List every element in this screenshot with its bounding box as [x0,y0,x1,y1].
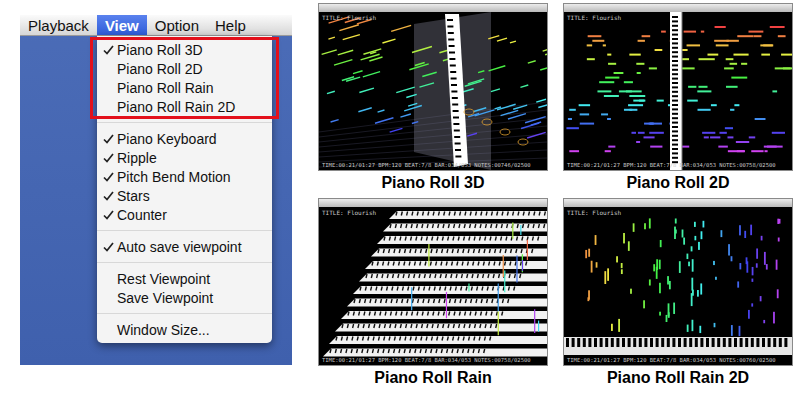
check-slot [103,292,117,304]
screen-title: TITLE: Flourish [322,14,376,21]
screen-title: TITLE: Flourish [322,209,376,216]
check-icon [103,45,114,55]
check-icon [103,134,114,144]
view-screenshot: TITLE: Flourish TIME:00:21/01:27 BPM:120 … [563,3,793,171]
check-slot [103,133,117,145]
screen-counter: TIME:00:21/01:27 BPM:120 BEAT:7/8 BAR:03… [567,162,776,168]
views-grid: TITLE: Flourish TIME:00:21/01:27 BPM:120 … [318,3,793,400]
screen-counter: TIME:00:21/01:27 BPM:120 BEAT:7/8 BAR:03… [322,357,531,363]
view-caption: Piano Roll 3D [381,174,484,192]
check-slot [103,152,117,164]
menu-group: Piano KeyboardRipplePitch Bend MotionSta… [97,129,272,224]
check-slot [103,171,117,183]
check-slot [103,44,117,56]
screen-counter: TIME:00:21/01:27 BPM:120 BEAT:7/8 BAR:03… [322,162,531,168]
menu-item[interactable]: Piano Roll 3D [97,40,272,59]
menu-bar: PlaybackViewOptionHelp [20,15,292,36]
menu-separator [97,262,272,263]
window-title-bar [564,4,792,12]
piano-roll-drawing [319,207,547,365]
menu-item[interactable]: Auto save viewpoint [97,237,272,256]
check-slot [103,190,117,202]
menu-item[interactable]: Piano Roll Rain 2D [97,97,272,116]
window-title-bar [319,199,547,207]
view-caption: Piano Roll Rain 2D [607,369,749,387]
view-screenshot: TITLE: Flourish TIME:00:21/01:27 BPM:120 … [318,198,548,366]
window-title-bar [319,4,547,12]
check-icon [103,191,114,201]
menu-screenshot: PlaybackViewOptionHelpPiano Roll 3DPiano… [20,15,292,365]
menu-group: Auto save viewpoint [97,237,272,256]
menu-item[interactable]: Piano Keyboard [97,129,272,148]
check-slot [103,101,117,113]
view-card: TITLE: Flourish TIME:00:21/01:27 BPM:120 … [563,3,793,192]
menu-item[interactable]: Ripple [97,148,272,167]
view-caption: Piano Roll Rain [374,369,491,387]
view-screen: TITLE: Flourish TIME:00:21/01:27 BPM:120 … [564,207,792,365]
check-slot [103,241,117,253]
view-caption: Piano Roll 2D [626,174,729,192]
menu-separator [97,313,272,314]
check-slot [103,273,117,285]
piano-roll-drawing [564,207,792,365]
menu-item[interactable]: Rest Viewpoint [97,269,272,288]
menu-group: Window Size... [97,320,272,339]
page: PlaybackViewOptionHelpPiano Roll 3DPiano… [0,0,800,400]
menu-item[interactable]: Stars [97,186,272,205]
menu-separator [97,230,272,231]
menu-bar-item[interactable]: Playback [20,15,97,35]
view-screenshot: TITLE: Flourish TIME:00:21/01:27 BPM:120 … [318,3,548,171]
menu-bar-item[interactable]: Option [147,15,207,35]
check-slot [103,82,117,94]
view-screen: TITLE: Flourish TIME:00:21/01:27 BPM:120 … [319,207,547,365]
view-card: TITLE: Flourish TIME:00:21/01:27 BPM:120 … [563,198,793,387]
menu-item[interactable]: Save Viewpoint [97,288,272,307]
check-slot [103,209,117,221]
view-menu: Piano Roll 3DPiano Roll 2DPiano Roll Rai… [97,36,272,343]
piano-roll-drawing [564,12,792,170]
menu-item[interactable]: Window Size... [97,320,272,339]
menu-item[interactable]: Counter [97,205,272,224]
menu-item[interactable]: Piano Roll 2D [97,59,272,78]
view-card: TITLE: Flourish TIME:00:21/01:27 BPM:120 … [318,3,548,192]
check-icon [103,172,114,182]
window-title-bar [564,199,792,207]
screen-title: TITLE: Flourish [567,209,621,216]
check-icon [103,242,114,252]
check-icon [103,153,114,163]
menu-item[interactable]: Piano Roll Rain [97,78,272,97]
screen-title: TITLE: Flourish [567,14,621,21]
view-screen: TITLE: Flourish TIME:00:21/01:27 BPM:120 … [319,12,547,170]
view-screenshot: TITLE: Flourish TIME:00:21/01:27 BPM:120 … [563,198,793,366]
menu-item[interactable]: Pitch Bend Motion [97,167,272,186]
menu-group: Rest ViewpointSave Viewpoint [97,269,272,307]
piano-roll-drawing [319,12,547,170]
check-slot [103,324,117,336]
menu-separator [97,122,272,123]
check-icon [103,210,114,220]
menu-bar-item[interactable]: Help [207,15,254,35]
menu-group: Piano Roll 3DPiano Roll 2DPiano Roll Rai… [97,40,272,116]
check-slot [103,63,117,75]
screen-counter: TIME:00:21/01:27 BPM:120 BEAT:7/8 BAR:03… [567,357,776,363]
menu-bar-item[interactable]: View [97,15,147,35]
view-screen: TITLE: Flourish TIME:00:21/01:27 BPM:120 … [564,12,792,170]
view-card: TITLE: Flourish TIME:00:21/01:27 BPM:120 … [318,198,548,387]
